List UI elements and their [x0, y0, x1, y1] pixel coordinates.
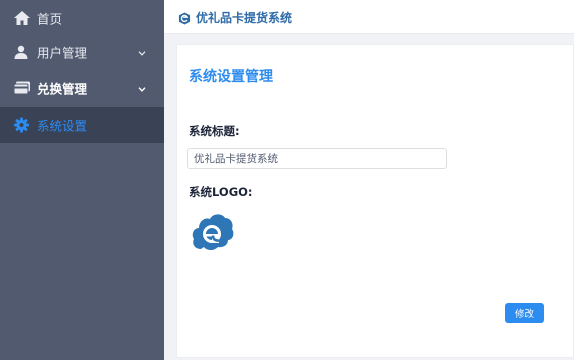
page-title: 系统设置管理: [189, 69, 273, 85]
chevron-down-icon: [138, 81, 146, 96]
system-logo-image[interactable]: [191, 212, 235, 256]
settings-panel: 系统设置管理 系统标题: 系统LOGO: 修改: [176, 44, 574, 358]
sidebar-item-home[interactable]: 首页: [0, 0, 164, 36]
sidebar-item-label: 兑换管理: [37, 81, 88, 97]
sidebar-item-exchange[interactable]: 兑换管理: [0, 70, 164, 106]
system-title-label: 系统标题:: [189, 124, 240, 138]
gear-icon: [14, 117, 29, 133]
card-icon: [14, 81, 30, 95]
home-icon: [14, 11, 30, 25]
sidebar-item-label: 用户管理: [37, 45, 88, 61]
sidebar-item-users[interactable]: 用户管理: [0, 34, 164, 70]
sidebar-item-label: 首页: [37, 11, 63, 27]
sidebar-item-label: 系统设置: [37, 118, 88, 134]
user-icon: [14, 45, 28, 59]
app-title: 优礼品卡提货系统: [196, 11, 293, 25]
sidebar: 首页 用户管理 兑换管理 系统设置: [0, 0, 164, 360]
header: 优礼品卡提货系统: [164, 0, 574, 34]
system-logo-label: 系统LOGO:: [189, 185, 253, 199]
sidebar-item-settings[interactable]: 系统设置: [0, 107, 164, 143]
system-title-input[interactable]: [187, 148, 447, 169]
app-logo-icon: [178, 10, 191, 29]
chevron-down-icon: [138, 45, 146, 60]
modify-button[interactable]: 修改: [505, 303, 544, 323]
